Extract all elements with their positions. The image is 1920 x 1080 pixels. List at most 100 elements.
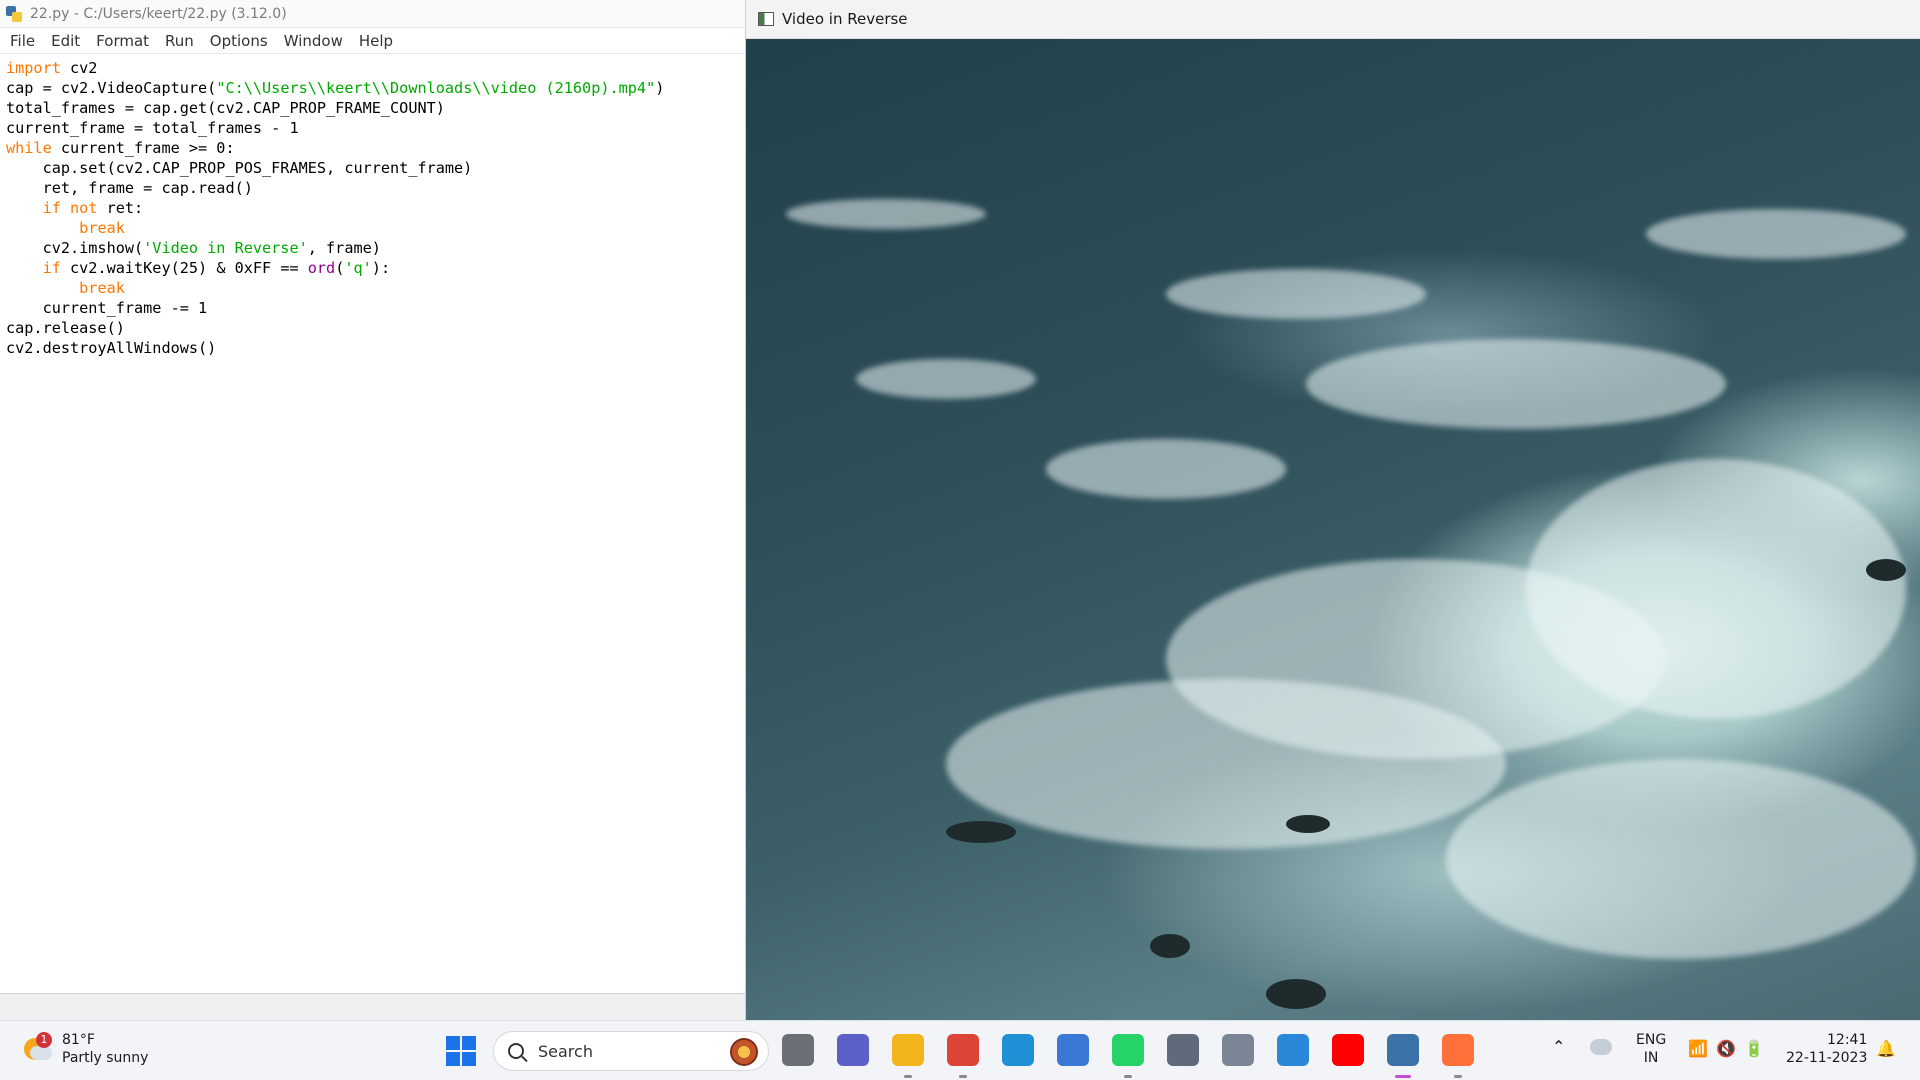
code-token: current_frame = total_frames - 1 bbox=[6, 119, 299, 137]
code-token: ret: bbox=[97, 199, 144, 217]
code-token: if bbox=[42, 259, 61, 277]
code-line[interactable]: current_frame -= 1 bbox=[6, 298, 739, 318]
windows-start-icon[interactable] bbox=[446, 1036, 476, 1066]
feedback-icon[interactable] bbox=[1277, 1034, 1309, 1066]
file-explorer-icon[interactable] bbox=[892, 1034, 924, 1066]
idle-title-bar[interactable]: 22.py - C:/Users/keert/22.py (3.12.0) bbox=[0, 0, 745, 28]
code-token: cap.set(cv2.CAP_PROP_POS_FRAMES, current… bbox=[6, 159, 473, 177]
video-window-title: Video in Reverse bbox=[782, 10, 908, 28]
code-token: break bbox=[79, 219, 125, 237]
notification-bell-icon[interactable]: 🔔 bbox=[1876, 1039, 1896, 1058]
code-token: if not bbox=[42, 199, 98, 217]
weather-widget[interactable]: 1 81°F Partly sunny bbox=[22, 1031, 148, 1067]
search-highlight-icon bbox=[730, 1038, 758, 1066]
running-indicator bbox=[959, 1075, 967, 1078]
code-token: current_frame -= 1 bbox=[6, 299, 208, 317]
firefox-icon[interactable] bbox=[1442, 1034, 1474, 1066]
running-indicator bbox=[1454, 1075, 1462, 1078]
region-code: IN bbox=[1643, 1050, 1659, 1066]
taskbar-search-box[interactable]: Search bbox=[493, 1031, 769, 1071]
menu-help[interactable]: Help bbox=[351, 32, 401, 50]
code-line[interactable]: break bbox=[6, 218, 739, 238]
code-line[interactable]: import cv2 bbox=[6, 58, 739, 78]
weather-temperature: 81°F bbox=[62, 1032, 95, 1048]
code-token: total_frames = cap.get(cv2.CAP_PROP_FRAM… bbox=[6, 99, 445, 117]
clock[interactable]: 12:41 22-11-2023 bbox=[1786, 1031, 1867, 1067]
code-line[interactable]: total_frames = cap.get(cv2.CAP_PROP_FRAM… bbox=[6, 98, 739, 118]
youtube-icon[interactable] bbox=[1332, 1034, 1364, 1066]
idle-editor-window: 22.py - C:/Users/keert/22.py (3.12.0) Fi… bbox=[0, 0, 746, 1020]
chrome-icon[interactable] bbox=[947, 1034, 979, 1066]
search-label: Search bbox=[538, 1041, 593, 1061]
code-token: cv2 bbox=[60, 59, 98, 77]
weather-description: Partly sunny bbox=[62, 1050, 149, 1066]
code-token: ord bbox=[307, 259, 336, 277]
code-line[interactable]: ret, frame = cap.read() bbox=[6, 178, 739, 198]
menu-format[interactable]: Format bbox=[88, 32, 157, 50]
menu-edit[interactable]: Edit bbox=[43, 32, 88, 50]
code-token: cv2.imshow( bbox=[6, 239, 144, 257]
code-token: ) bbox=[655, 79, 665, 97]
settings-icon[interactable] bbox=[1167, 1034, 1199, 1066]
code-line[interactable]: cv2.imshow('Video in Reverse', frame) bbox=[6, 238, 739, 258]
code-token: 'Video in Reverse' bbox=[143, 239, 308, 257]
language-indicator[interactable]: ENG IN bbox=[1636, 1031, 1666, 1067]
whatsapp-icon[interactable] bbox=[1112, 1034, 1144, 1066]
edge-icon[interactable] bbox=[1002, 1034, 1034, 1066]
code-line[interactable]: cap.set(cv2.CAP_PROP_POS_FRAMES, current… bbox=[6, 158, 739, 178]
speaker-muted-icon[interactable]: 🔇 bbox=[1716, 1039, 1736, 1058]
code-line[interactable]: cap = cv2.VideoCapture("C:\\Users\\keert… bbox=[6, 78, 739, 98]
code-line[interactable]: cap.release() bbox=[6, 318, 739, 338]
code-token: break bbox=[79, 279, 125, 297]
running-indicator bbox=[904, 1075, 912, 1078]
code-token: while bbox=[6, 139, 52, 157]
language-code: ENG bbox=[1636, 1032, 1667, 1048]
idle-menubar: File Edit Format Run Options Window Help bbox=[0, 28, 745, 54]
battery-icon[interactable]: 🔋 bbox=[1744, 1039, 1764, 1058]
python-icon bbox=[6, 5, 22, 22]
code-token: ( bbox=[335, 259, 345, 277]
code-token: cap.release() bbox=[6, 319, 125, 337]
code-token: 'q' bbox=[344, 259, 372, 277]
code-token: cap = cv2.VideoCapture( bbox=[6, 79, 217, 97]
idle-icon[interactable] bbox=[1387, 1034, 1419, 1066]
code-line[interactable]: while current_frame >= 0: bbox=[6, 138, 739, 158]
menu-run[interactable]: Run bbox=[157, 32, 202, 50]
search-icon bbox=[508, 1043, 524, 1059]
camera-icon[interactable] bbox=[1222, 1034, 1254, 1066]
chevron-up-icon[interactable]: ⌃ bbox=[1552, 1037, 1565, 1056]
code-line[interactable]: current_frame = total_frames - 1 bbox=[6, 118, 739, 138]
menu-file[interactable]: File bbox=[2, 32, 43, 50]
task-view-icon[interactable] bbox=[782, 1034, 814, 1066]
taskbar: 1 81°F Partly sunny Search ⌃ ENG IN 📶 🔇 … bbox=[0, 1020, 1920, 1080]
code-token: ): bbox=[371, 259, 391, 277]
code-token: "C:\\Users\\keert\\Downloads\\video (216… bbox=[216, 79, 656, 97]
menu-window[interactable]: Window bbox=[276, 32, 351, 50]
code-token: , frame) bbox=[307, 239, 381, 257]
store-icon[interactable] bbox=[1057, 1034, 1089, 1066]
code-line[interactable]: cv2.destroyAllWindows() bbox=[6, 338, 739, 358]
weather-badge: 1 bbox=[36, 1032, 52, 1048]
menu-options[interactable]: Options bbox=[202, 32, 276, 50]
code-line[interactable]: if not ret: bbox=[6, 198, 739, 218]
meet-icon[interactable] bbox=[837, 1034, 869, 1066]
code-token: current_frame >= 0: bbox=[51, 139, 235, 157]
code-line[interactable]: break bbox=[6, 278, 739, 298]
idle-window-title: 22.py - C:/Users/keert/22.py (3.12.0) bbox=[30, 5, 287, 22]
code-token: cv2.waitKey(25) & 0xFF == bbox=[60, 259, 308, 277]
code-editor[interactable]: import cv2 cap = cv2.VideoCapture("C:\\Us… bbox=[0, 56, 745, 993]
clock-time: 12:41 bbox=[1827, 1032, 1868, 1048]
video-title-bar[interactable]: Video in Reverse bbox=[746, 0, 1920, 39]
running-indicator bbox=[1395, 1075, 1411, 1078]
running-indicator bbox=[1124, 1075, 1132, 1078]
wifi-icon[interactable]: 📶 bbox=[1688, 1039, 1708, 1058]
idle-status-bar bbox=[0, 993, 745, 1020]
code-line[interactable]: if cv2.waitKey(25) & 0xFF == ord('q'): bbox=[6, 258, 739, 278]
desktop: 22.py - C:/Users/keert/22.py (3.12.0) Fi… bbox=[0, 0, 1920, 1080]
onedrive-icon[interactable] bbox=[1590, 1039, 1612, 1055]
video-frame bbox=[746, 39, 1920, 1020]
